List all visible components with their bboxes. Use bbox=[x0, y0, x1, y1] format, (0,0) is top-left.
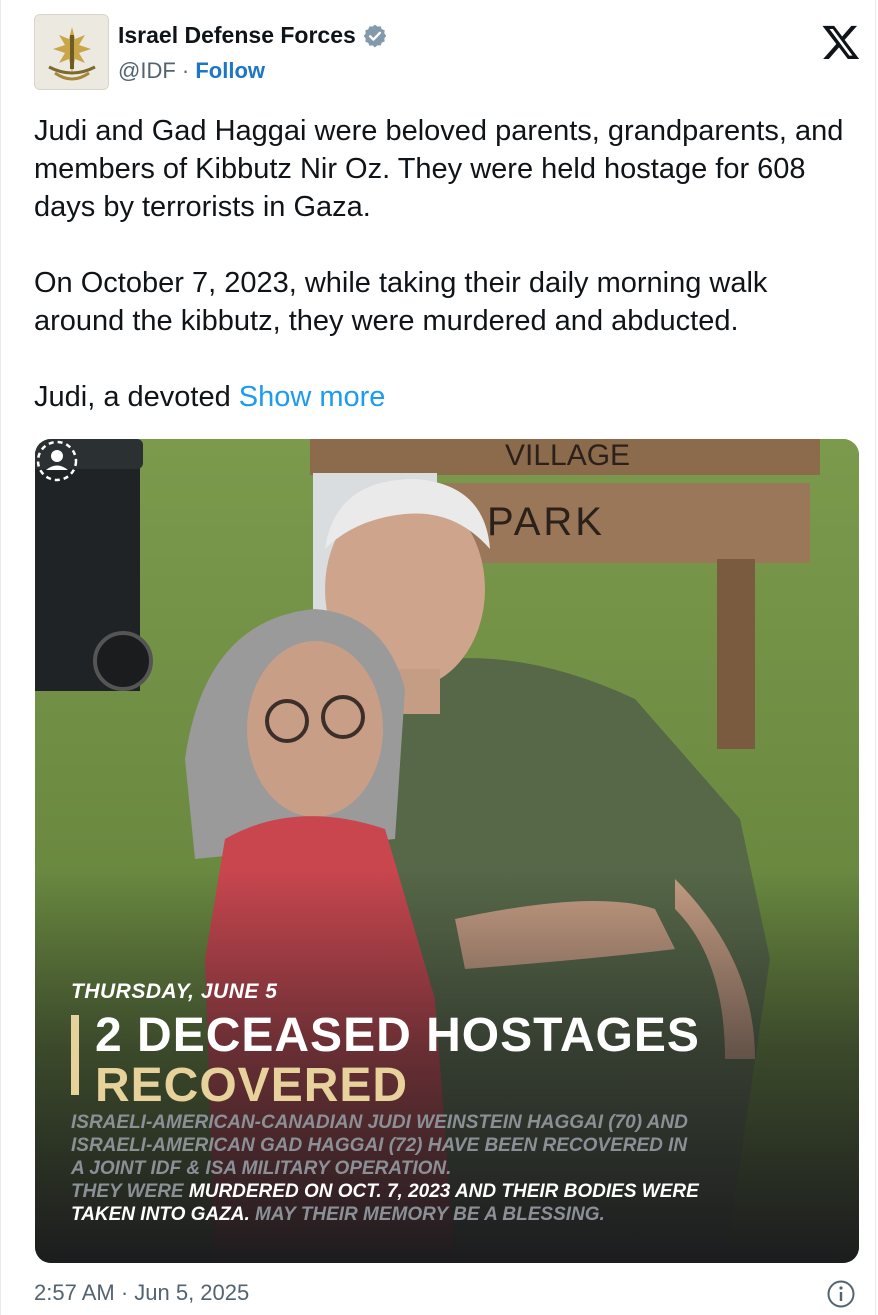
tweet-timestamp[interactable]: 2:57 AM · Jun 5, 2025 bbox=[34, 1280, 249, 1306]
hostage-pin-icon bbox=[36, 440, 78, 482]
caption-line-3: A JOINT IDF & ISA MILITARY OPERATION. bbox=[71, 1158, 452, 1179]
caption-line-4a: THEY WERE bbox=[71, 1181, 189, 1202]
tweet-card: Israel Defense Forces @IDF · Follow Judi… bbox=[0, 0, 876, 1315]
headline-line-1: 2 DECEASED HOSTAGES bbox=[95, 1009, 700, 1062]
name-row: Israel Defense Forces bbox=[118, 22, 388, 49]
info-icon[interactable] bbox=[826, 1279, 856, 1309]
headline-line-2: RECOVERED bbox=[95, 1059, 409, 1112]
tweet-paragraph-3: Judi, a devoted Show more bbox=[34, 378, 854, 416]
idf-emblem-icon bbox=[35, 15, 108, 89]
caption-line-4b: MURDERED ON OCT. 7, 2023 AND THEIR BODIE… bbox=[188, 1181, 699, 1202]
handle[interactable]: @IDF bbox=[118, 58, 176, 83]
media-headline: 2 DECEASED HOSTAGES RECOVERED bbox=[71, 1011, 700, 1111]
handle-separator: · bbox=[181, 58, 190, 83]
caption-line-2: ISRAELI-AMERICAN GAD HAGGAI (72) HAVE BE… bbox=[71, 1135, 688, 1156]
media-overlay: THURSDAY, JUNE 5 2 DECEASED HOSTAGES REC… bbox=[35, 439, 859, 1263]
caption-line-5b: MAY THEIR MEMORY BE A BLESSING. bbox=[249, 1204, 605, 1225]
tweet-text: Judi and Gad Haggai were beloved parents… bbox=[34, 112, 854, 416]
headline-accent-bar bbox=[71, 1015, 79, 1095]
caption-line-5a: TAKEN INTO GAZA. bbox=[71, 1204, 250, 1225]
media-caption: ISRAELI-AMERICAN-CANADIAN JUDI WEINSTEIN… bbox=[71, 1111, 831, 1226]
caption-line-5: TAKEN INTO GAZA. MAY THEIR MEMORY BE A B… bbox=[71, 1203, 831, 1226]
caption-line-4: THEY WERE MURDERED ON OCT. 7, 2023 AND T… bbox=[71, 1180, 831, 1203]
follow-button[interactable]: Follow bbox=[195, 58, 265, 83]
tweet-media-image[interactable]: VILLAGE PARK THURSDAY, JUNE 5 2 DECEASED… bbox=[35, 439, 859, 1263]
show-more-link[interactable]: Show more bbox=[239, 381, 386, 413]
handle-row: @IDF · Follow bbox=[118, 58, 265, 84]
x-logo-icon[interactable] bbox=[821, 22, 861, 62]
tweet-paragraph-1: Judi and Gad Haggai were beloved parents… bbox=[34, 115, 844, 223]
avatar[interactable] bbox=[34, 14, 109, 90]
tweet-paragraph-2: On October 7, 2023, while taking their d… bbox=[34, 267, 768, 337]
tweet-header: Israel Defense Forces @IDF · Follow bbox=[34, 14, 875, 94]
display-name[interactable]: Israel Defense Forces bbox=[118, 22, 356, 49]
tweet-paragraph-3-text: Judi, a devoted bbox=[34, 381, 239, 413]
caption-line-1: ISRAELI-AMERICAN-CANADIAN JUDI WEINSTEIN… bbox=[71, 1112, 688, 1133]
media-date-line: THURSDAY, JUNE 5 bbox=[71, 980, 278, 1003]
verified-badge-icon bbox=[363, 24, 387, 47]
